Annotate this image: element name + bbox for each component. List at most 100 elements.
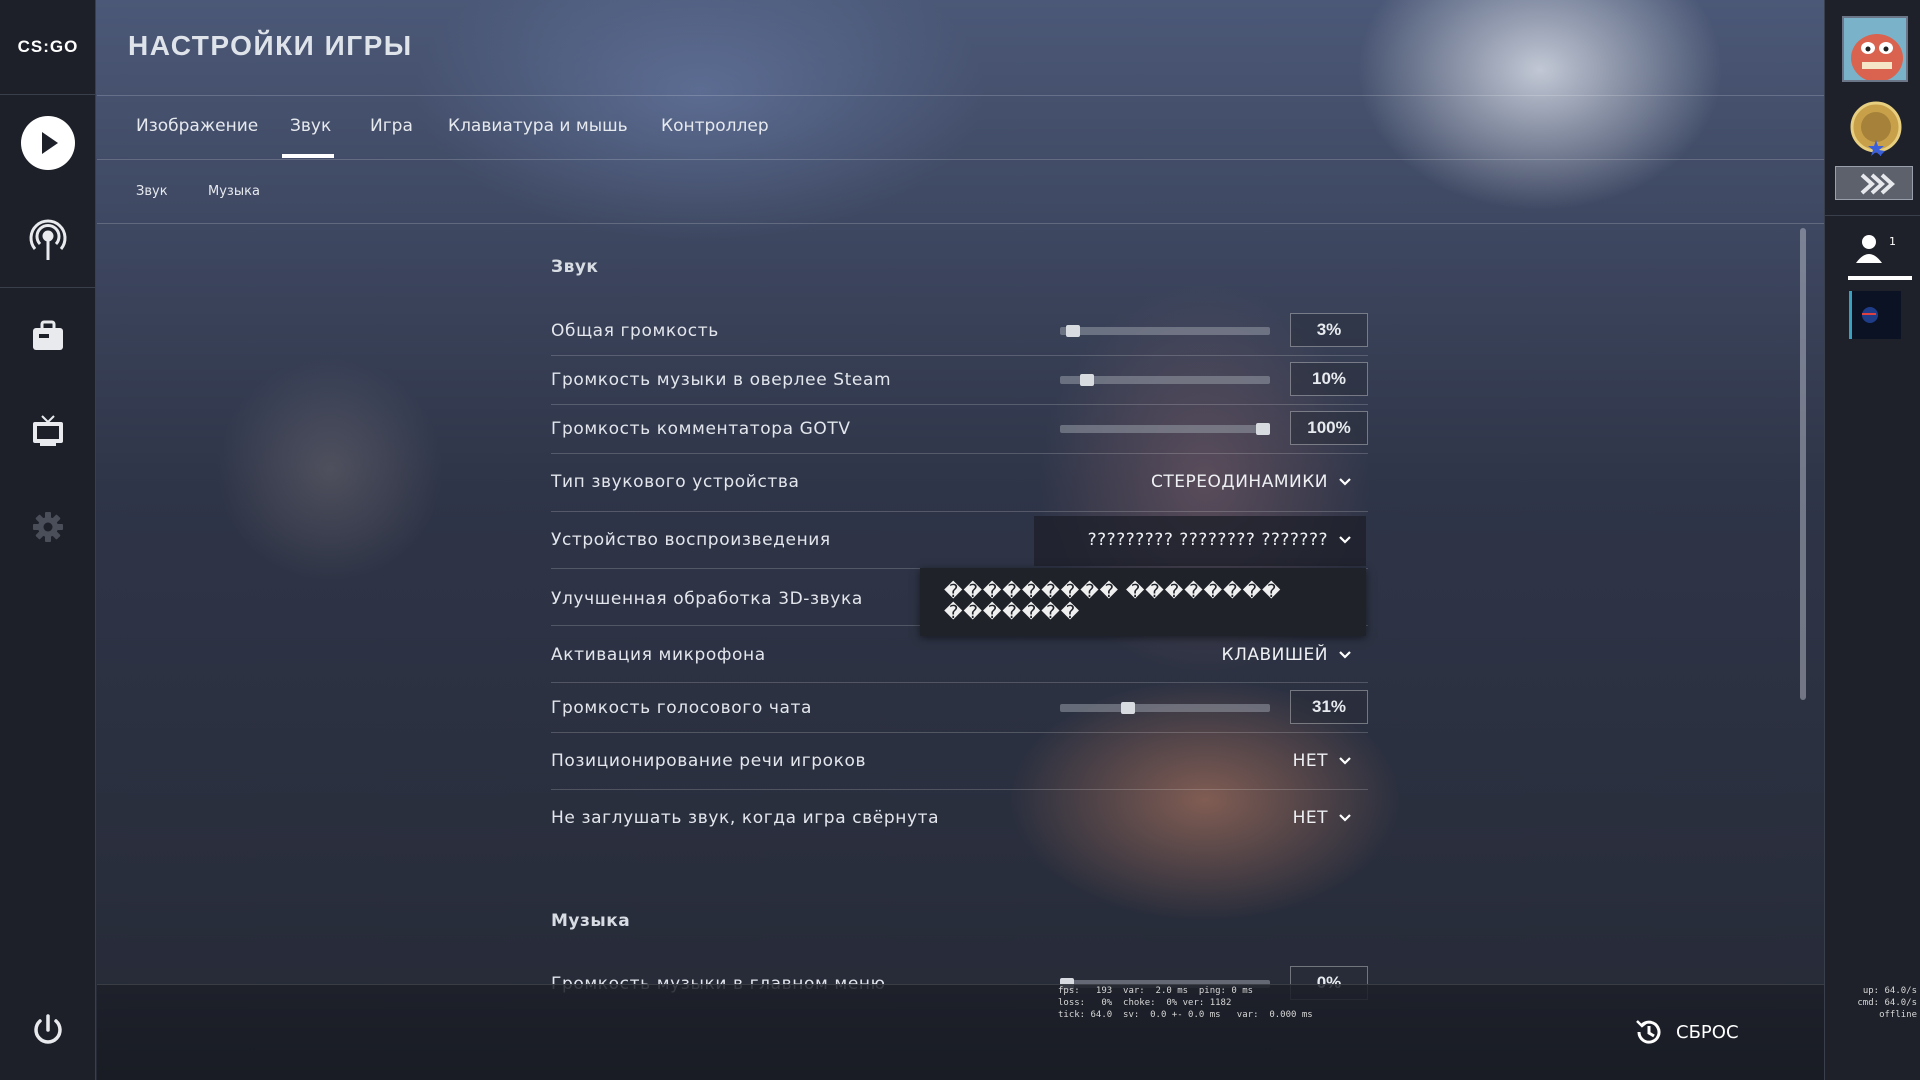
voice-volume-value[interactable]: 31%: [1290, 690, 1368, 724]
netgraph-up: up: 64.0/s: [1862, 986, 1917, 996]
row-divider: [551, 732, 1368, 733]
mic-activation-dropdown[interactable]: КЛАВИШЕЙ: [1222, 645, 1353, 665]
slider-knob[interactable]: [1256, 423, 1270, 435]
page-title: НАСТРОЙКИ ИГРЫ: [128, 30, 413, 61]
master-volume-value[interactable]: 3%: [1290, 313, 1368, 347]
voice-positioning-label: Позиционирование речи игроков: [551, 751, 867, 771]
netgraph-right: up: 64.0/s cmd: 64.0/s offline: [1843, 985, 1917, 1021]
scrollbar[interactable]: [1800, 228, 1806, 700]
slider-knob[interactable]: [1121, 702, 1135, 714]
slider-knob[interactable]: [1080, 374, 1094, 386]
chevron-down-icon: [1339, 651, 1351, 659]
mute-minimized-value: НЕТ: [1292, 808, 1328, 828]
slider-knob[interactable]: [1066, 325, 1080, 337]
subtab-music[interactable]: Музыка: [208, 184, 260, 199]
csgo-logo[interactable]: CS:GO: [0, 0, 96, 95]
tab-controller[interactable]: Контроллер: [661, 116, 769, 136]
broadcast-icon: [29, 219, 67, 260]
power-icon: [34, 1014, 62, 1044]
briefcase-icon: [33, 320, 63, 350]
netgraph-line-fps: fps: 193 var: 2.0 ms ping: 0 ms: [1058, 986, 1254, 996]
background: [0, 0, 1920, 1080]
rightbar-divider: [1825, 215, 1920, 216]
chevrons-icon: [1860, 173, 1895, 195]
medal-icon: [1850, 101, 1902, 161]
row-divider: [551, 453, 1368, 454]
row-divider: [551, 404, 1368, 405]
netgraph: fps: 193 var: 2.0 ms ping: 0 ms loss: 0% …: [1058, 985, 1313, 1021]
bottom-bar: [97, 984, 1824, 1080]
settings-button[interactable]: [0, 510, 96, 544]
friends-active-indicator: [1848, 276, 1912, 280]
steam-overlay-music-slider[interactable]: [1060, 374, 1270, 386]
play-icon: [21, 116, 75, 170]
playback-device-dropdown[interactable]: ????????? ???????? ???????: [1088, 530, 1352, 550]
device-type-value: СТЕРЕОДИНАМИКИ: [1151, 472, 1328, 492]
tab-game[interactable]: Игра: [370, 116, 413, 136]
voice-positioning-value: НЕТ: [1292, 751, 1328, 771]
chevron-down-icon: [1339, 478, 1351, 486]
left-sidebar: CS:GO: [0, 0, 96, 1080]
friend-avatar-image: [1852, 291, 1901, 339]
netgraph-line-tick: tick: 64.0 sv: 0.0 +- 0.0 ms var: 0.000 …: [1058, 1010, 1313, 1020]
friends-count: 1: [1889, 235, 1896, 248]
section-sound-heading: Звук: [551, 257, 599, 277]
playback-device-value: ????????? ???????? ???????: [1087, 530, 1328, 550]
netgraph-status: offline: [1879, 1010, 1917, 1020]
chevron-down-icon: [1339, 757, 1351, 765]
chevron-down-icon: [1339, 814, 1351, 822]
logo-text: CS:GO: [17, 37, 79, 56]
tab-video[interactable]: Изображение: [136, 116, 258, 136]
header-divider: [97, 95, 1824, 96]
tabs-divider: [97, 159, 1824, 160]
tab-audio[interactable]: Звук: [290, 116, 331, 136]
sidebar-divider: [0, 287, 96, 288]
friends-button[interactable]: 1: [1854, 233, 1896, 269]
user-icon: [1856, 235, 1882, 263]
chevron-down-icon: [1339, 536, 1351, 544]
avatar-face-icon: [1844, 18, 1906, 80]
skill-group-badge[interactable]: [1835, 166, 1913, 200]
tab-keyboard-mouse[interactable]: Клавиатура и мышь: [448, 116, 628, 136]
inventory-button[interactable]: [0, 318, 96, 354]
netgraph-cmd: cmd: 64.0/s: [1857, 998, 1917, 1008]
playback-device-option[interactable]: ��������� �������� �������: [920, 568, 1366, 636]
gear-icon: [33, 512, 63, 542]
active-tab-indicator: [282, 154, 334, 158]
subtabs-divider: [97, 223, 1824, 224]
mic-activation-value: КЛАВИШЕЙ: [1221, 645, 1328, 665]
subtab-sound[interactable]: Звук: [136, 184, 168, 199]
rank-medal[interactable]: [1847, 100, 1905, 161]
reset-history-icon: [1636, 1020, 1661, 1044]
friend-avatar[interactable]: [1849, 291, 1901, 339]
row-divider: [551, 355, 1368, 356]
netgraph-line-loss: loss: 0% choke: 0% ver: 1182: [1058, 998, 1232, 1008]
watch-broadcast-button[interactable]: [0, 218, 96, 262]
tv-button[interactable]: [0, 413, 96, 449]
tv-icon: [33, 415, 63, 446]
mic-activation-label: Активация микрофона: [551, 645, 766, 665]
voice-volume-label: Громкость голосового чата: [551, 698, 813, 718]
quit-button[interactable]: [0, 1012, 96, 1048]
gotv-volume-label: Громкость комментатора GOTV: [551, 419, 851, 439]
play-button[interactable]: [0, 115, 96, 171]
gotv-volume-slider[interactable]: [1060, 423, 1270, 435]
mute-minimized-dropdown[interactable]: НЕТ: [1293, 808, 1352, 828]
master-volume-label: Общая громкость: [551, 321, 719, 341]
voice-positioning-dropdown[interactable]: НЕТ: [1293, 751, 1352, 771]
master-volume-slider[interactable]: [1060, 325, 1270, 337]
right-sidebar: 1 up: 64.0/s cmd: 64.0/s offline: [1824, 0, 1920, 1080]
section-music-heading: Музыка: [551, 911, 631, 931]
gotv-volume-value[interactable]: 100%: [1290, 411, 1368, 445]
reset-button[interactable]: СБРОС: [1634, 1017, 1739, 1047]
row-divider: [551, 511, 1368, 512]
mute-minimized-label: Не заглушать звук, когда игра свёрнута: [551, 808, 940, 828]
reset-label: СБРОС: [1676, 1021, 1739, 1043]
device-type-dropdown[interactable]: СТЕРЕОДИНАМИКИ: [1151, 472, 1352, 492]
enhanced-3d-label: Улучшенная обработка 3D-звука: [551, 589, 863, 609]
steam-overlay-music-value[interactable]: 10%: [1290, 362, 1368, 396]
device-type-label: Тип звукового устройства: [551, 472, 800, 492]
row-divider: [551, 789, 1368, 790]
avatar[interactable]: [1842, 16, 1908, 82]
voice-volume-slider[interactable]: [1060, 702, 1270, 714]
